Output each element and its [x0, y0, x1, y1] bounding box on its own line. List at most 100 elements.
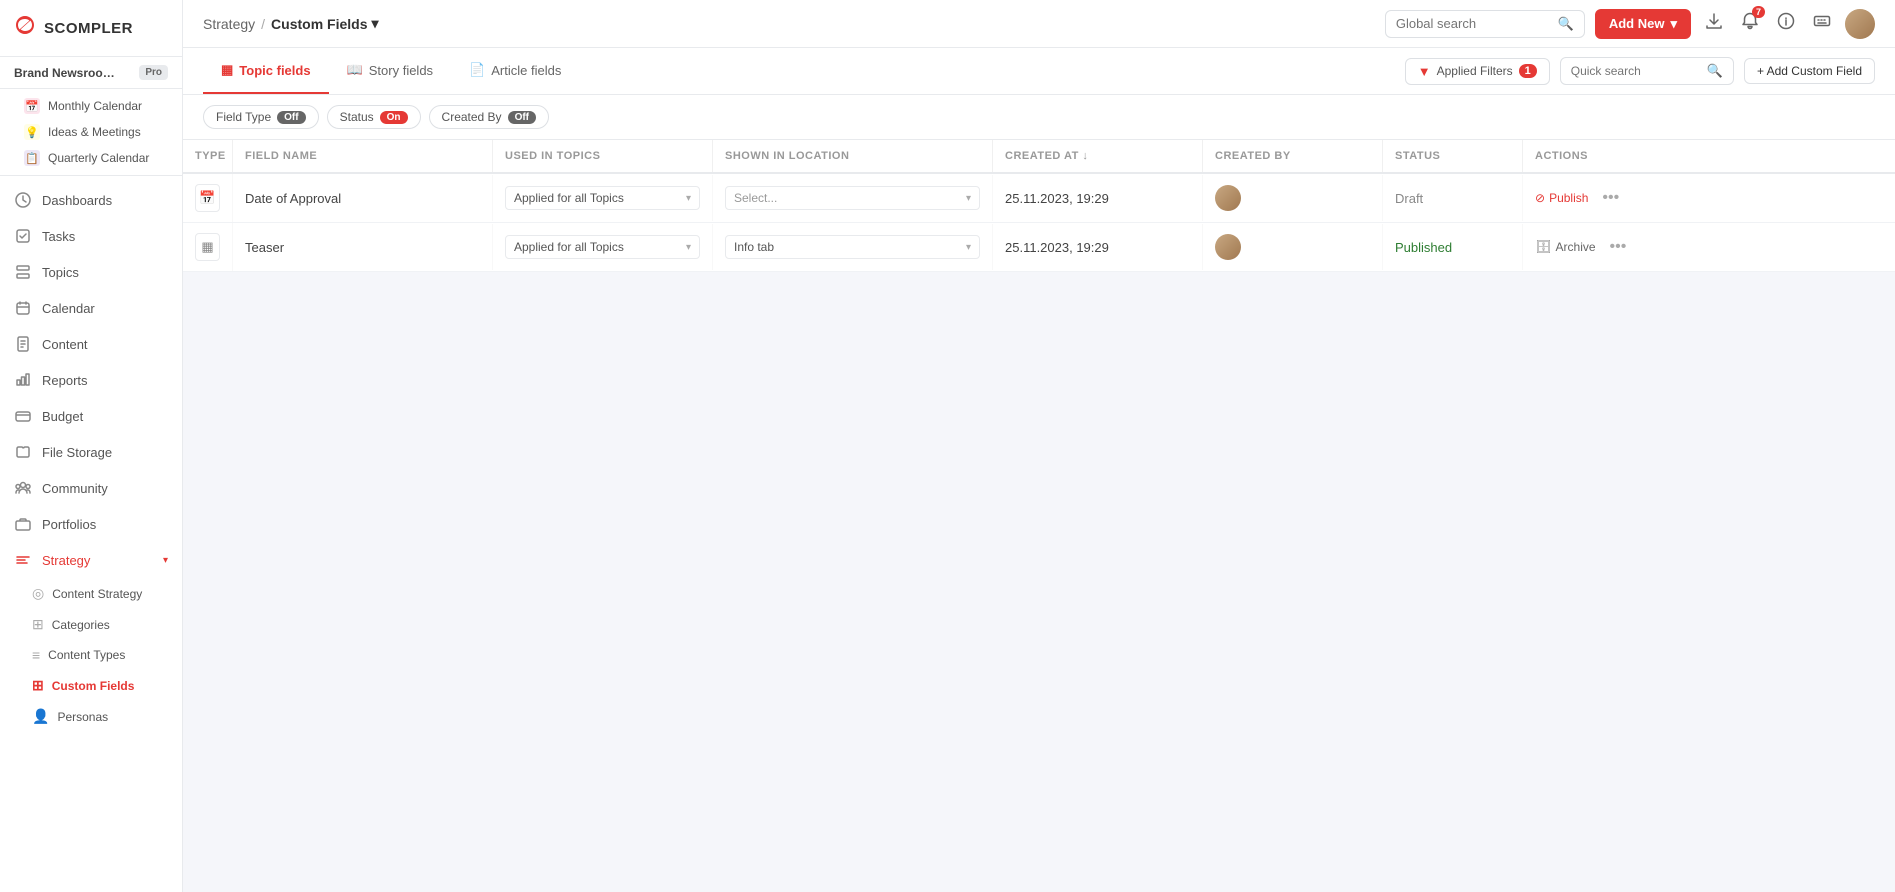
global-search-box[interactable]: 🔍	[1385, 10, 1585, 38]
filter-chips: Field Type Off Status On Created By Off	[203, 105, 549, 129]
tab-article-fields[interactable]: 📄 Article fields	[451, 48, 579, 94]
workspace-row[interactable]: Brand Newsroom De... Pro	[0, 57, 182, 89]
logo-area: SCOMPLER	[0, 0, 182, 57]
td-type-2: ▦	[183, 223, 233, 271]
filter-chip-field-type[interactable]: Field Type Off	[203, 105, 319, 129]
sidebar-child-personas[interactable]: 👤 Personas	[0, 701, 182, 732]
breadcrumb: Strategy / Custom Fields ▾	[203, 15, 1373, 32]
info-button[interactable]	[1773, 8, 1799, 39]
location-select-1[interactable]: Select... ▾	[725, 186, 980, 210]
actions-cell-1: ⊘ Publish •••	[1535, 187, 1625, 209]
community-icon	[14, 479, 32, 497]
sidebar-child-content-strategy[interactable]: ◎ Content Strategy	[0, 578, 182, 609]
creator-avatar-2	[1215, 234, 1241, 260]
td-used-in-topics-1[interactable]: Applied for all Topics ▾	[493, 175, 713, 221]
location-select-2[interactable]: Info tab ▾	[725, 235, 980, 259]
notifications-button[interactable]: 7	[1737, 8, 1763, 39]
td-status-1: Draft	[1383, 175, 1523, 221]
table-row: ▦ Teaser Applied for all Topics ▾ Info t…	[183, 223, 1895, 272]
global-search-input[interactable]	[1396, 16, 1552, 31]
sidebar-child-content-types[interactable]: ≡ Content Types	[0, 640, 182, 670]
sidebar-sub-item-ideas[interactable]: 💡 Ideas & Meetings	[0, 119, 182, 145]
quick-search-input[interactable]	[1571, 64, 1701, 78]
td-shown-location-1[interactable]: Select... ▾	[713, 175, 993, 221]
type-icon-1: 📅	[195, 184, 220, 212]
th-status: STATUS	[1383, 140, 1523, 172]
sidebar-item-community[interactable]: Community	[0, 470, 182, 506]
sidebar-child-categories[interactable]: ⊞ Categories	[0, 609, 182, 640]
add-custom-field-button[interactable]: + Add Custom Field	[1744, 58, 1875, 84]
th-type: TYPE	[183, 140, 233, 172]
sidebar-item-calendar[interactable]: Calendar	[0, 290, 182, 326]
td-type-1: 📅	[183, 174, 233, 222]
sidebar-item-portfolios[interactable]: Portfolios	[0, 506, 182, 542]
more-button-1[interactable]: •••	[1596, 187, 1625, 209]
status-draft-1: Draft	[1395, 191, 1423, 206]
sidebar-item-reports[interactable]: Reports	[0, 362, 182, 398]
sidebar-item-topics[interactable]: Topics	[0, 254, 182, 290]
avatar-image	[1845, 9, 1875, 39]
archive-icon-2: 🗄	[1535, 239, 1552, 255]
td-shown-location-2[interactable]: Info tab ▾	[713, 224, 993, 270]
used-in-topics-select-2[interactable]: Applied for all Topics ▾	[505, 235, 700, 259]
th-created-by: CREATED BY	[1203, 140, 1383, 172]
dropdown-arrow-2: ▾	[686, 242, 691, 253]
categories-icon: ⊞	[32, 616, 44, 633]
dropdown-arrow[interactable]: ▾	[372, 15, 379, 32]
sidebar-sub-item-monthly[interactable]: 📅 Monthly Calendar	[0, 93, 182, 119]
ideas-icon: 💡	[24, 124, 40, 140]
filters-bar: Field Type Off Status On Created By Off	[183, 95, 1895, 140]
th-field-name: FIELD NAME	[233, 140, 493, 172]
creator-avatar-1	[1215, 185, 1241, 211]
td-used-in-topics-2[interactable]: Applied for all Topics ▾	[493, 224, 713, 270]
sidebar-item-file-storage[interactable]: File Storage	[0, 434, 182, 470]
story-fields-icon: 📖	[347, 62, 363, 78]
search-icon: 🔍	[1558, 16, 1574, 32]
breadcrumb-parent: Strategy	[203, 16, 255, 32]
applied-filters-button[interactable]: ▼ Applied Filters 1	[1405, 58, 1550, 85]
status-published-2: Published	[1395, 240, 1452, 255]
td-created-at-2: 25.11.2023, 19:29	[993, 224, 1203, 270]
budget-icon	[14, 407, 32, 425]
filter-chip-status[interactable]: Status On	[327, 105, 421, 129]
sidebar-nav: Dashboards Tasks Topics Calendar Content	[0, 176, 182, 746]
portfolios-icon	[14, 515, 32, 533]
td-status-2: Published	[1383, 224, 1523, 270]
file-storage-icon	[14, 443, 32, 461]
sidebar-item-content[interactable]: Content	[0, 326, 182, 362]
sidebar-sub-item-quarterly[interactable]: 📋 Quarterly Calendar	[0, 145, 182, 171]
sidebar-item-strategy[interactable]: Strategy ▾	[0, 542, 182, 578]
more-button-2[interactable]: •••	[1604, 236, 1633, 258]
filter-actions: ▼ Applied Filters 1 🔍 + Add Custom Field	[1405, 49, 1875, 93]
topics-icon	[14, 263, 32, 281]
used-in-topics-select-1[interactable]: Applied for all Topics ▾	[505, 186, 700, 210]
toggle-off-field-type: Off	[277, 111, 305, 124]
sidebar-item-tasks[interactable]: Tasks	[0, 218, 182, 254]
pro-badge: Pro	[139, 65, 168, 80]
publish-button-1[interactable]: ⊘ Publish	[1535, 191, 1588, 205]
th-created-at[interactable]: CREATED AT ↓	[993, 140, 1203, 172]
archive-button-2[interactable]: 🗄 Archive	[1535, 239, 1596, 255]
app-name: SCOMPLER	[44, 20, 133, 37]
tab-topic-fields[interactable]: ▦ Topic fields	[203, 48, 329, 94]
add-new-chevron: ▾	[1670, 16, 1677, 32]
quick-search-icon: 🔍	[1707, 63, 1723, 79]
main-area: Strategy / Custom Fields ▾ 🔍 Add New ▾ 7	[183, 0, 1895, 892]
sidebar-item-dashboards[interactable]: Dashboards	[0, 182, 182, 218]
th-shown-in-location: SHOWN IN LOCATION	[713, 140, 993, 172]
th-used-in-topics: USED IN TOPICS	[493, 140, 713, 172]
quarterly-icon: 📋	[24, 150, 40, 166]
quick-search-box[interactable]: 🔍	[1560, 57, 1734, 85]
keyboard-button[interactable]	[1809, 8, 1835, 39]
reports-icon	[14, 371, 32, 389]
tab-story-fields[interactable]: 📖 Story fields	[329, 48, 452, 94]
filter-chip-created-by[interactable]: Created By Off	[429, 105, 549, 129]
download-button[interactable]	[1701, 8, 1727, 39]
add-new-button[interactable]: Add New ▾	[1595, 9, 1691, 39]
topbar-actions: 🔍 Add New ▾ 7	[1385, 8, 1875, 39]
tabs-row: ▦ Topic fields 📖 Story fields 📄 Article …	[203, 48, 1875, 94]
sidebar-child-custom-fields[interactable]: ⊞ Custom Fields	[0, 670, 182, 701]
user-avatar[interactable]	[1845, 9, 1875, 39]
sidebar-item-budget[interactable]: Budget	[0, 398, 182, 434]
table-container: TYPE FIELD NAME USED IN TOPICS SHOWN IN …	[183, 140, 1895, 272]
